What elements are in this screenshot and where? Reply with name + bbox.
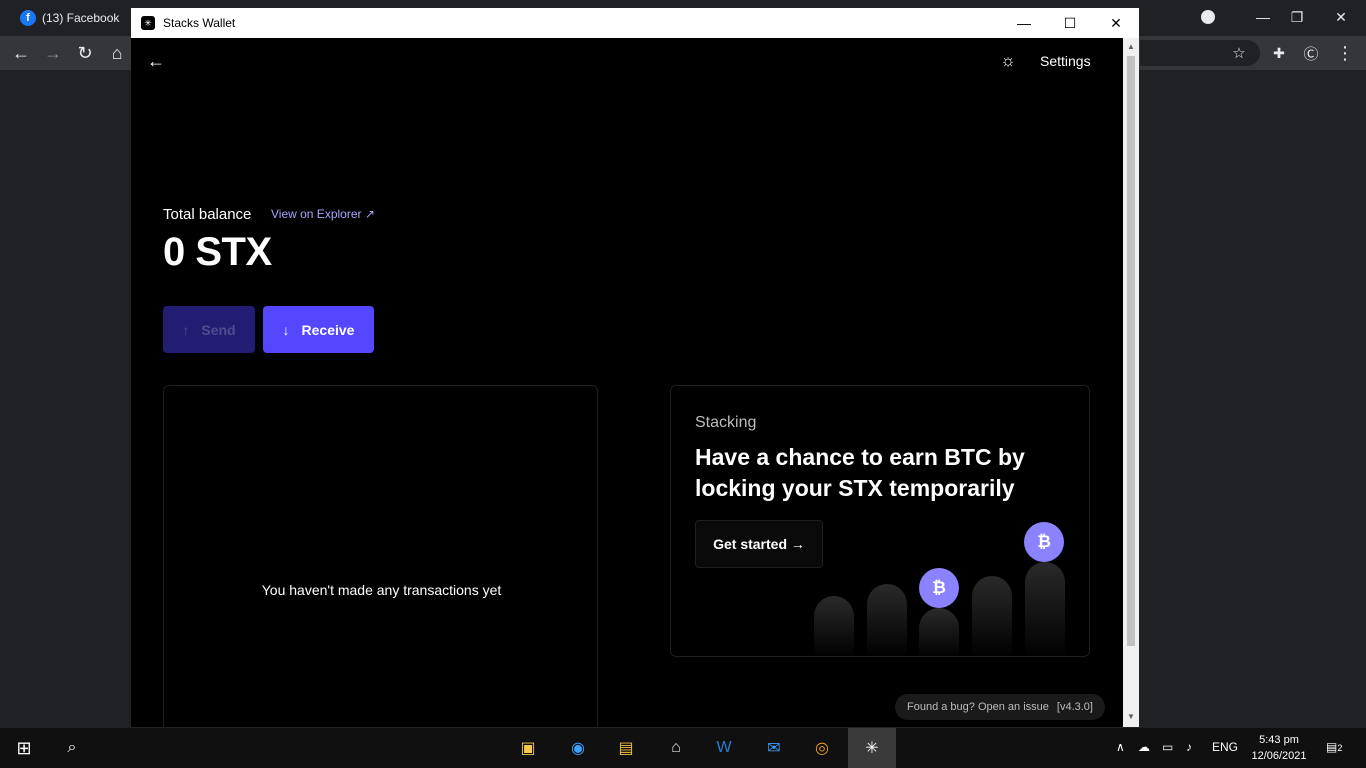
- browser-tab-title: (13) Facebook: [42, 11, 120, 25]
- windows-taskbar: ⊞ ⌕ ▣ ◉ ▤ ⌂ W ✉ ◎ ✳ ∧ ☁ ▭ ♪ ENG 5:43 pm …: [0, 728, 1366, 768]
- extensions-icon[interactable]: ✚: [1268, 42, 1290, 64]
- transactions-empty-message: You haven't made any transactions yet: [261, 582, 502, 598]
- facebook-icon: f: [20, 10, 36, 26]
- wallet-home: ← ☼ Settings Total balance View on Explo…: [131, 38, 1123, 727]
- stacks-wallet-window: ✳ Stacks Wallet — ☐ ✕ ← ☼ Settings Total…: [131, 8, 1139, 727]
- total-balance-label: Total balance: [163, 206, 252, 223]
- browser-reload-icon[interactable]: ↻: [74, 42, 96, 64]
- system-clock[interactable]: 5:43 pm 12/06/2021: [1248, 732, 1310, 764]
- get-started-button[interactable]: Get started →: [695, 520, 823, 568]
- profile-menu-icon[interactable]: [1201, 10, 1215, 24]
- back-arrow-icon[interactable]: ←: [145, 50, 167, 72]
- arrow-up-icon: ↑: [182, 321, 190, 338]
- stacking-label: Stacking: [695, 414, 757, 431]
- vertical-scrollbar[interactable]: ▲ ▼: [1123, 38, 1139, 727]
- transactions-panel: You haven't made any transactions yet: [163, 385, 598, 727]
- scroll-up-icon[interactable]: ▲: [1126, 42, 1136, 52]
- window-minimize-button[interactable]: —: [1001, 8, 1047, 38]
- scroll-down-icon[interactable]: ▼: [1126, 712, 1136, 722]
- receive-button[interactable]: ↓ Receive: [263, 306, 374, 353]
- notification-count: 2: [1337, 743, 1343, 753]
- browser-restore-button[interactable]: ❐: [1284, 6, 1310, 28]
- browser-forward-icon[interactable]: →: [42, 42, 64, 64]
- send-button[interactable]: ↑ Send: [163, 306, 255, 353]
- language-indicator[interactable]: ENG: [1212, 740, 1238, 754]
- bug-report-text: Found a bug? Open an issue: [907, 701, 1049, 713]
- view-on-explorer-link[interactable]: View on Explorer ↗: [271, 207, 375, 221]
- stacking-card: Stacking Have a chance to earn BTC by lo…: [670, 385, 1090, 657]
- window-close-button[interactable]: ✕: [1093, 8, 1139, 38]
- browser-minimize-button[interactable]: —: [1250, 6, 1276, 28]
- browser-back-icon[interactable]: ←: [10, 42, 32, 64]
- volume-icon[interactable]: ♪: [1186, 740, 1192, 754]
- word-icon[interactable]: W: [712, 736, 736, 760]
- window-titlebar: ✳ Stacks Wallet — ☐ ✕: [131, 8, 1139, 38]
- search-icon[interactable]: ⌕: [60, 736, 84, 760]
- bitcoin-coin-icon: ₿: [1024, 522, 1064, 562]
- stacking-pillar: [919, 608, 959, 656]
- notifications-icon[interactable]: ▤2: [1326, 740, 1342, 754]
- clock-date: 12/06/2021: [1251, 750, 1307, 762]
- bookmark-star-icon[interactable]: ☆: [1228, 42, 1250, 64]
- onedrive-cloud-icon[interactable]: ☁: [1138, 740, 1150, 754]
- bitcoin-coin-icon: ₿: [919, 568, 959, 608]
- windows-start-icon[interactable]: ⊞: [12, 736, 36, 760]
- window-title: Stacks Wallet: [163, 16, 236, 30]
- stacking-pillar: [814, 596, 854, 656]
- file-explorer-icon[interactable]: ▤: [614, 736, 638, 760]
- chrome-icon[interactable]: ◎: [810, 736, 834, 760]
- stacking-pillar: [1025, 562, 1065, 656]
- store-icon[interactable]: ⌂: [664, 736, 688, 760]
- receive-button-label: Receive: [301, 321, 355, 338]
- app-version: [v4.3.0]: [1056, 701, 1093, 713]
- stacking-pillar: [867, 584, 907, 656]
- settings-button[interactable]: Settings: [1040, 53, 1091, 69]
- clock-time: 5:43 pm: [1259, 734, 1299, 746]
- media-player-icon[interactable]: ▣: [516, 736, 540, 760]
- scroll-thumb[interactable]: [1127, 56, 1135, 646]
- tray-overflow-icon[interactable]: ∧: [1116, 740, 1125, 754]
- send-button-label: Send: [201, 321, 236, 338]
- browser-menu-icon[interactable]: ⋮: [1334, 42, 1356, 64]
- stacks-wallet-taskbar-button[interactable]: ✳: [848, 728, 896, 768]
- browser-home-icon[interactable]: ⌂: [106, 42, 128, 64]
- stacking-heading: Have a chance to earn BTC by locking you…: [695, 444, 1025, 501]
- stacks-taskbar-icon: ✳: [865, 740, 879, 757]
- report-bug-link[interactable]: Found a bug? Open an issue [v4.3.0]: [895, 694, 1105, 720]
- stacking-pillar: [972, 576, 1012, 656]
- arrow-down-icon: ↓: [282, 321, 290, 338]
- theme-toggle-icon[interactable]: ☼: [997, 50, 1019, 72]
- balance-amount: 0 STX: [163, 230, 272, 274]
- extension-c-icon[interactable]: Ⓒ: [1300, 42, 1322, 64]
- window-maximize-button[interactable]: ☐: [1047, 8, 1093, 38]
- browser-tab-facebook[interactable]: f (13) Facebook: [8, 4, 132, 32]
- mail-icon[interactable]: ✉: [762, 736, 786, 760]
- battery-icon[interactable]: ▭: [1162, 740, 1173, 754]
- browser-close-button[interactable]: ✕: [1328, 6, 1354, 28]
- edge-browser-icon[interactable]: ◉: [566, 736, 590, 760]
- stacks-app-icon: ✳: [141, 16, 155, 30]
